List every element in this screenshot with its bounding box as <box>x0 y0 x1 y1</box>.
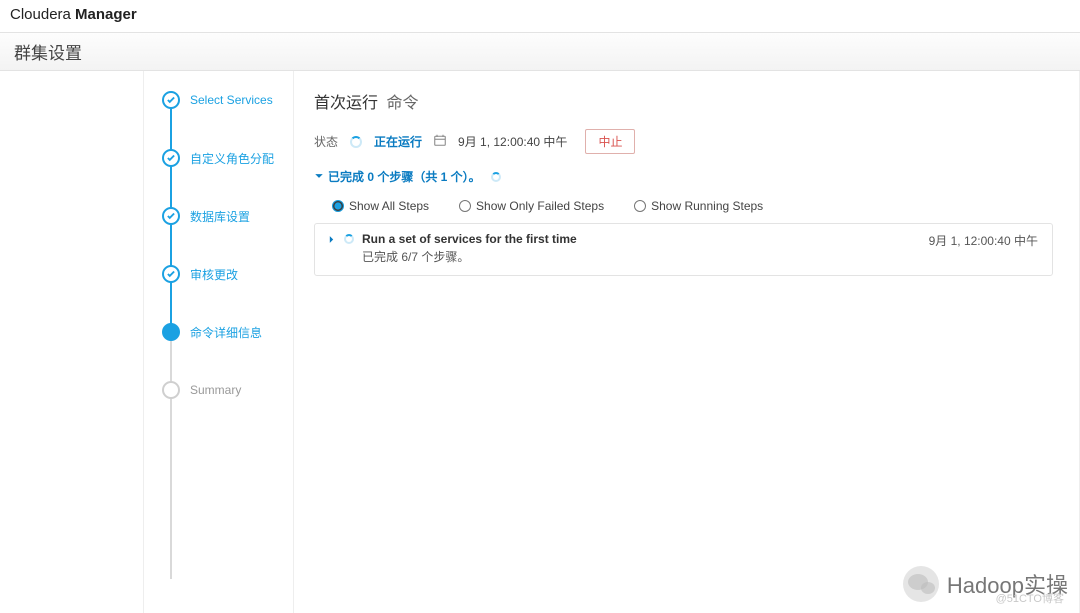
status-label: 状态 <box>314 133 338 150</box>
step-summary[interactable]: Summary <box>162 381 293 399</box>
spinner-icon <box>350 136 362 148</box>
radio-show-all[interactable] <box>332 200 344 212</box>
watermark-credit: @51CTO博客 <box>996 590 1064 606</box>
step-custom-roles[interactable]: 自定义角色分配 <box>162 149 293 167</box>
card-subtitle: 已完成 6/7 个步骤。 <box>362 248 921 265</box>
radio-show-running[interactable] <box>634 200 646 212</box>
step-select-services[interactable]: Select Services <box>162 91 293 109</box>
left-spacer <box>0 71 144 613</box>
check-icon <box>162 91 180 109</box>
timestamp: 9月 1, 12:00:40 中午 <box>458 133 567 150</box>
filter-label: Show Only Failed Steps <box>476 199 604 213</box>
step-review-changes[interactable]: 审核更改 <box>162 265 293 283</box>
app-brand: Cloudera Manager <box>0 0 1080 32</box>
filter-label: Show Running Steps <box>651 199 763 213</box>
card-title: Run a set of services for the first time <box>362 232 921 246</box>
wizard-body: Select Services 自定义角色分配 数据库设置 审核更改 命令详细信… <box>0 71 1080 613</box>
step-filter-row: Show All Steps Show Only Failed Steps Sh… <box>314 195 1053 223</box>
check-icon <box>162 149 180 167</box>
status-value: 正在运行 <box>374 133 422 150</box>
progress-text: 已完成 0 个步骤（共 1 个）。 <box>328 168 481 185</box>
heading-text: 首次运行 <box>314 95 378 112</box>
abort-button[interactable]: 中止 <box>585 129 635 154</box>
filter-label: Show All Steps <box>349 199 429 213</box>
check-icon <box>162 207 180 225</box>
status-row: 状态 正在运行 9月 1, 12:00:40 中午 中止 <box>314 129 1053 154</box>
active-dot-icon <box>162 323 180 341</box>
page-title: 群集设置 <box>0 32 1080 71</box>
step-label: Select Services <box>190 93 273 107</box>
spinner-icon <box>491 172 501 182</box>
check-icon <box>162 265 180 283</box>
step-nav: Select Services 自定义角色分配 数据库设置 审核更改 命令详细信… <box>144 71 294 613</box>
step-label: 自定义角色分配 <box>190 150 274 167</box>
step-label: Summary <box>190 383 241 397</box>
filter-show-running[interactable]: Show Running Steps <box>634 199 763 213</box>
step-command-details[interactable]: 命令详细信息 <box>162 323 293 341</box>
calendar-icon <box>434 134 446 149</box>
filter-show-failed[interactable]: Show Only Failed Steps <box>459 199 604 213</box>
filter-show-all[interactable]: Show All Steps <box>332 199 429 213</box>
step-label: 命令详细信息 <box>190 324 262 341</box>
brand-bold: Manager <box>75 6 137 23</box>
main-panel: 首次运行 命令 状态 正在运行 9月 1, 12:00:40 中午 中止 已完成… <box>294 71 1080 613</box>
chevron-down-icon <box>314 170 324 184</box>
step-db-settings[interactable]: 数据库设置 <box>162 207 293 225</box>
main-heading: 首次运行 命令 <box>314 89 1053 113</box>
card-timestamp: 9月 1, 12:00:40 中午 <box>929 232 1038 249</box>
chevron-right-icon[interactable] <box>327 233 336 247</box>
pending-dot-icon <box>162 381 180 399</box>
spinner-icon <box>344 234 354 244</box>
radio-show-failed[interactable] <box>459 200 471 212</box>
step-label: 数据库设置 <box>190 208 250 225</box>
heading-suffix: 命令 <box>386 95 418 112</box>
progress-toggle[interactable]: 已完成 0 个步骤（共 1 个）。 <box>314 168 1053 185</box>
step-card: Run a set of services for the first time… <box>314 223 1053 276</box>
card-body: Run a set of services for the first time… <box>362 232 921 265</box>
step-label: 审核更改 <box>190 266 238 283</box>
brand-light: Cloudera <box>10 6 71 23</box>
